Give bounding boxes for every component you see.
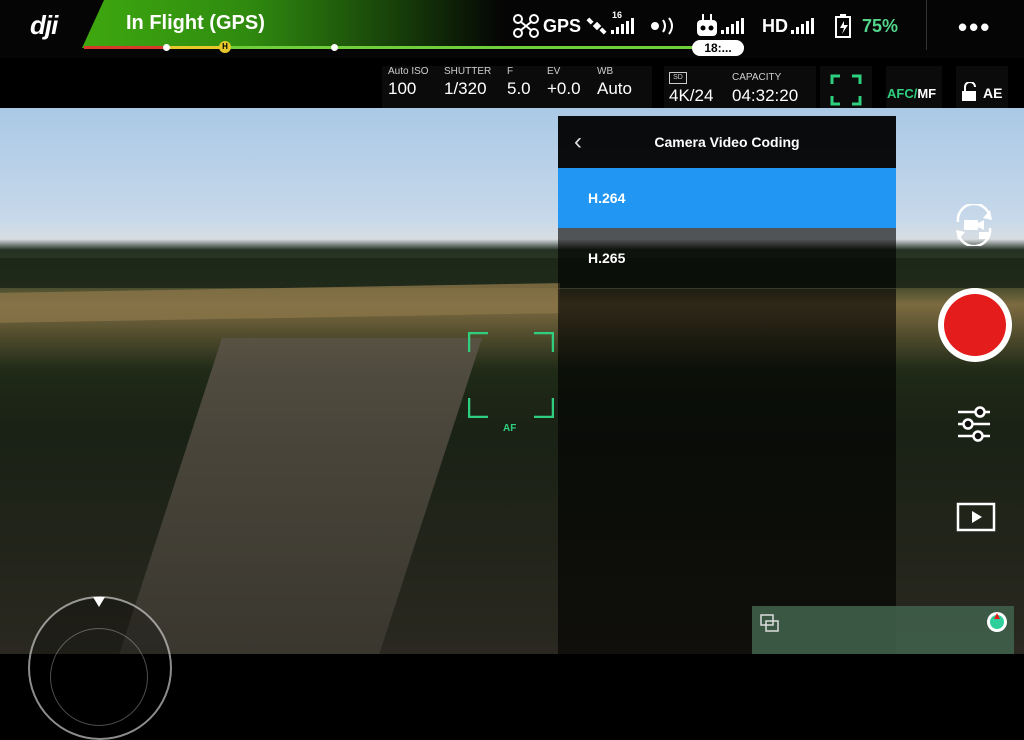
- autofocus-frame[interactable]: [468, 332, 554, 418]
- drone-icon: [513, 14, 539, 38]
- satellite-icon: [586, 17, 607, 35]
- dji-logo[interactable]: dji: [30, 10, 58, 41]
- attitude-radar[interactable]: [28, 596, 172, 740]
- obstacle-sensing-status[interactable]: [650, 12, 680, 40]
- record-button[interactable]: [938, 288, 1012, 362]
- top-bar-divider: [926, 0, 927, 50]
- satellite-count: 16: [612, 10, 623, 20]
- param-iso[interactable]: Auto ISO 100: [388, 66, 429, 99]
- battery-icon: [835, 14, 851, 38]
- playback-button[interactable]: [956, 502, 996, 532]
- param-label: WB: [597, 66, 614, 77]
- rc-signal-bars: [721, 18, 744, 34]
- param-label: F: [507, 66, 514, 77]
- param-white-balance[interactable]: WB Auto: [597, 66, 632, 99]
- afc-label: AFC: [887, 86, 914, 101]
- flight-track-yellow-segment: [166, 46, 226, 49]
- sd-card-badge: SD: [669, 72, 687, 84]
- video-resolution: 4K/24: [669, 86, 714, 105]
- flight-mode-label: In Flight (GPS): [126, 12, 265, 34]
- param-label: SHUTTER: [444, 66, 492, 77]
- scene-road: [118, 338, 482, 654]
- panel-header: ‹ Camera Video Coding: [558, 116, 896, 168]
- battery-status[interactable]: 75%: [834, 12, 898, 40]
- aircraft-location-icon: [987, 612, 1007, 632]
- param-value: 1/320: [444, 79, 487, 98]
- hd-video-signal[interactable]: HD: [762, 12, 814, 40]
- home-point-marker: H: [219, 41, 231, 53]
- battery-percentage: 75%: [862, 15, 899, 36]
- focus-frame-icon: [830, 74, 862, 106]
- remaining-flight-time: 18:...: [692, 40, 744, 56]
- heading-arrow-icon: [93, 597, 105, 607]
- param-label: Auto ISO: [388, 66, 429, 77]
- panel-title: Camera Video Coding: [654, 134, 800, 150]
- param-value: 100: [388, 79, 417, 98]
- gps-label: GPS: [543, 15, 582, 36]
- map-toggle-icon[interactable]: [760, 614, 780, 634]
- gps-status[interactable]: GPS: [512, 12, 581, 40]
- option-label: H.264: [588, 190, 626, 206]
- param-value: 5.0: [507, 79, 531, 98]
- satellite-signal[interactable]: [586, 12, 634, 40]
- track-marker: [163, 44, 170, 51]
- capacity-label: CAPACITY: [732, 72, 782, 83]
- param-value: Auto: [597, 79, 632, 98]
- remote-controller-icon: [697, 14, 717, 36]
- hd-signal-bars: [791, 18, 814, 34]
- coding-option-h264[interactable]: H.264: [558, 168, 896, 228]
- ae-label: AE: [983, 85, 1003, 101]
- camera-settings-button[interactable]: [956, 404, 992, 444]
- scene-field: [0, 283, 560, 323]
- radio-waves-icon: [651, 17, 673, 35]
- param-ev[interactable]: EV +0.0: [547, 66, 581, 99]
- record-indicator: [944, 294, 1006, 356]
- more-menu-button[interactable]: •••: [958, 12, 991, 43]
- radar-inner-ring: [50, 628, 148, 726]
- track-marker: [331, 44, 338, 51]
- option-label: H.265: [588, 250, 626, 266]
- hd-label: HD: [762, 15, 788, 36]
- param-label: EV: [547, 66, 561, 77]
- satellite-signal-bars: [611, 18, 634, 34]
- unlock-icon: [962, 82, 976, 101]
- capacity-value: 04:32:20: [732, 86, 799, 105]
- video-coding-panel: ‹ Camera Video Coding H.264 H.265: [558, 116, 896, 654]
- param-value: +0.0: [547, 79, 581, 98]
- mf-label: MF: [917, 86, 937, 101]
- param-shutter[interactable]: SHUTTER 1/320: [444, 66, 491, 99]
- coding-option-h265[interactable]: H.265: [558, 228, 896, 289]
- param-aperture[interactable]: F 5.0: [507, 66, 531, 99]
- minimap[interactable]: [752, 606, 1014, 654]
- af-label: AF: [503, 423, 517, 434]
- flight-track-red-segment: [84, 46, 164, 49]
- switch-photo-video-button[interactable]: [950, 204, 998, 246]
- remote-controller-signal[interactable]: [696, 12, 744, 40]
